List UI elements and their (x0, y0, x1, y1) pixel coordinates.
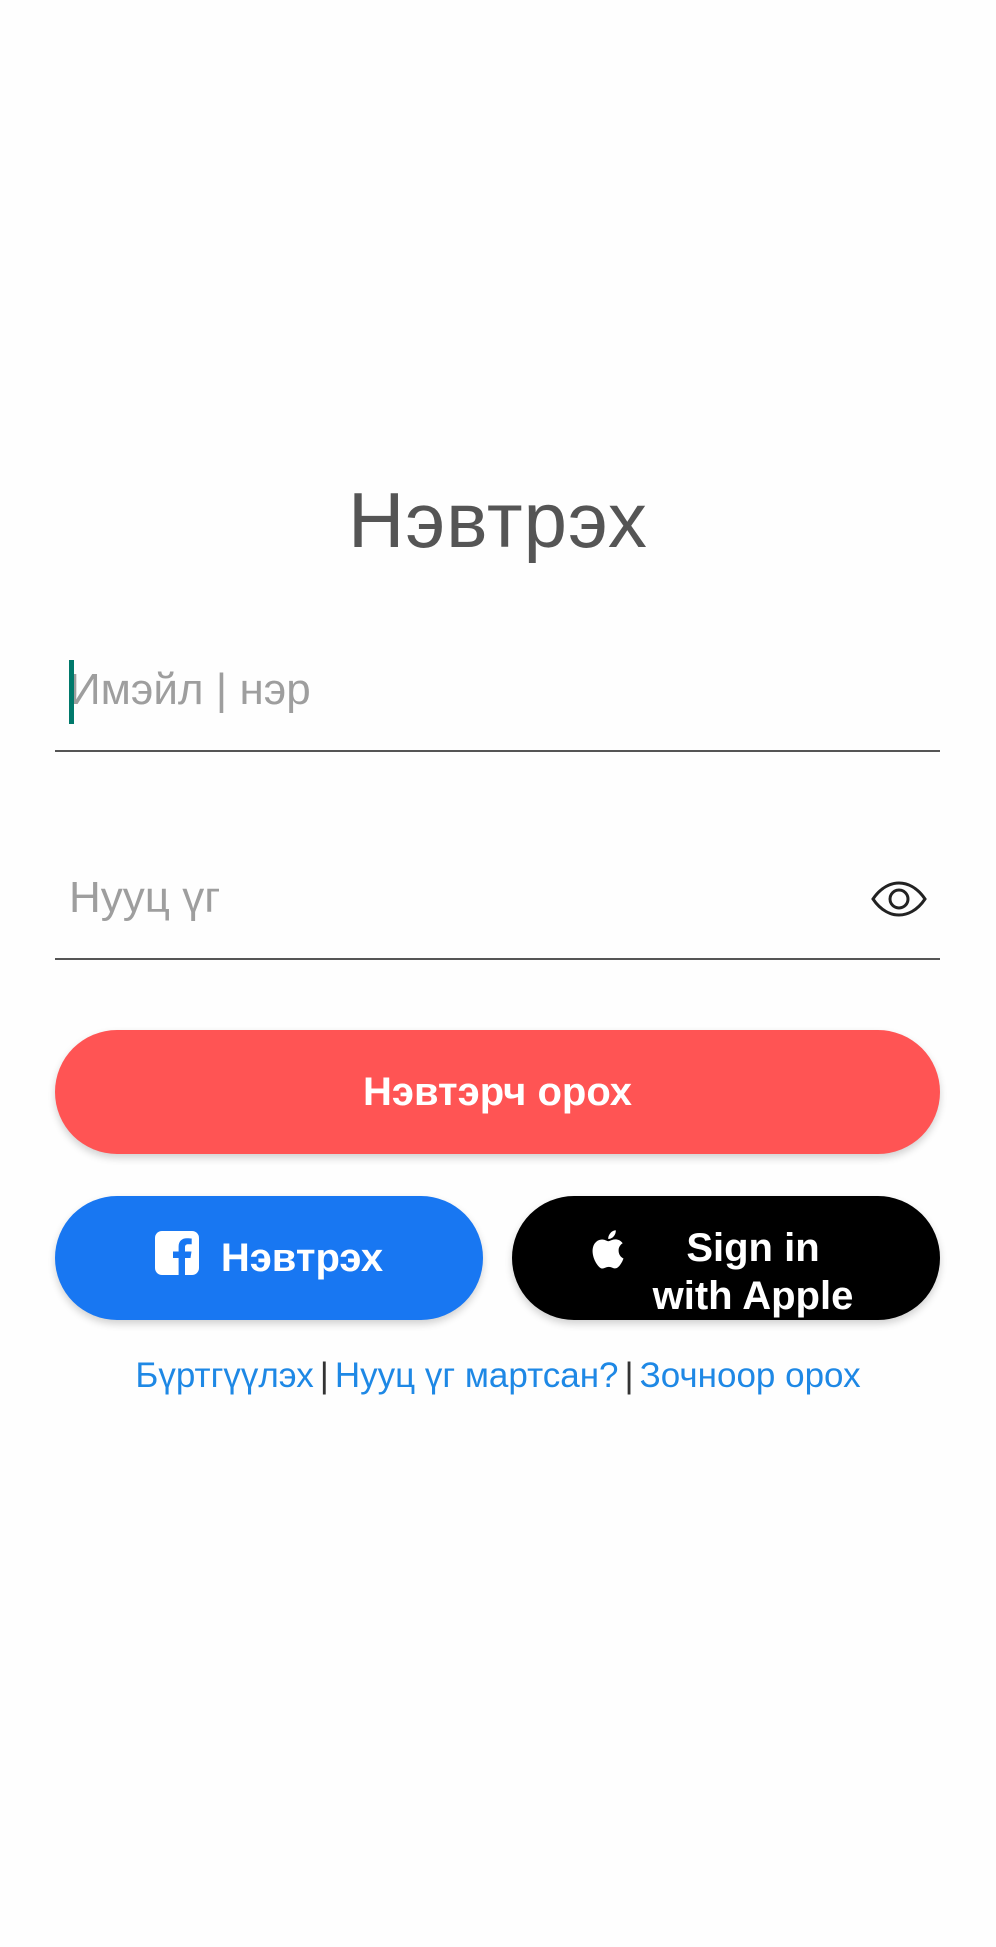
password-input[interactable] (69, 862, 869, 934)
email-field[interactable] (55, 654, 940, 752)
email-input[interactable] (69, 654, 869, 726)
guest-login-link[interactable]: Зочноор орох (640, 1356, 861, 1395)
apple-sign-in-label: Sign in with Apple (652, 1226, 854, 1318)
apple-sign-in-button[interactable]: Sign in with Apple (512, 1196, 940, 1320)
link-separator: | (319, 1356, 329, 1395)
text-cursor (69, 660, 74, 724)
page-title: Нэвтрэх (348, 476, 648, 564)
login-button[interactable]: Нэвтэрч орох (55, 1030, 940, 1154)
facebook-icon (154, 1231, 199, 1285)
password-field[interactable] (55, 862, 940, 960)
forgot-password-link[interactable]: Нууц үг мартсан? (335, 1356, 619, 1395)
register-link[interactable]: Бүртгүүлэх (135, 1356, 313, 1395)
link-separator: | (624, 1356, 634, 1395)
facebook-login-button[interactable]: Нэвтрэх (55, 1196, 483, 1320)
auth-links: Бүртгүүлэх | Нууц үг мартсан? | Зочноор орох (0, 1350, 996, 1402)
apple-icon (589, 1228, 625, 1280)
eye-icon[interactable] (870, 870, 928, 928)
facebook-login-label: Нэвтрэх (220, 1235, 384, 1280)
login-screen: Нэвтрэх Нэвтэрч орох Нэвтрэх (0, 0, 996, 1947)
login-button-label: Нэвтэрч орох (362, 1069, 633, 1114)
